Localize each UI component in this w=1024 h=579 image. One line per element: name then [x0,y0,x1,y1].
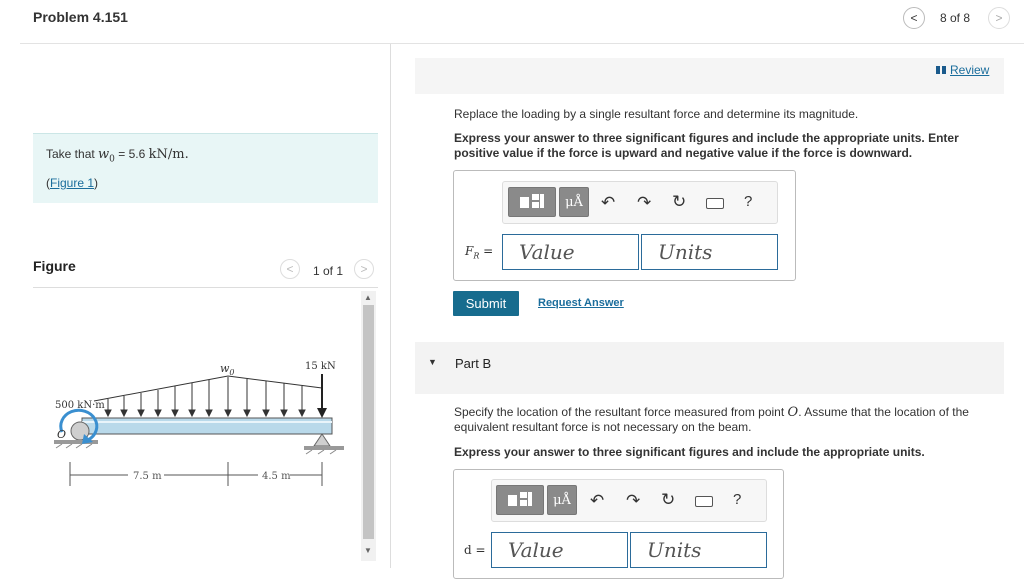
beam-loading-figure: w0 15 kN 500 kN·m O 7.5 m 4.5 m [54,361,344,486]
templates-icon [520,194,544,208]
figure-prev-button[interactable]: < [280,259,300,279]
chevron-right-icon: > [995,11,1003,25]
part-b-title: Part B [455,356,492,371]
figure-link-container: (Figure 1) [46,176,99,190]
templates-icon [508,492,532,506]
fr-units-input[interactable]: Units [641,234,778,270]
undo-icon[interactable]: ↶ [601,193,615,213]
review-link[interactable]: Review [936,63,989,77]
dimension-1-label: 7.5 m [133,471,162,482]
given-value: = 5.6 [114,147,149,161]
review-icon [936,66,946,74]
next-problem-button[interactable]: > [988,7,1010,29]
redo-icon[interactable]: ↷ [637,193,651,213]
review-bar [415,58,1004,94]
part-a-instructions: Express your answer to three significant… [454,131,959,160]
figure-pager: 1 of 1 [313,264,344,278]
reset-icon[interactable]: ↻ [672,192,686,212]
figure-divider [33,287,378,288]
load-distribution-outline [93,375,323,402]
distributed-load-arrows [104,377,306,418]
w0-label: w0 [220,362,235,377]
figure-link[interactable]: Figure 1 [50,176,94,190]
point-o-label: O [57,428,66,441]
keyboard-button[interactable] [706,198,724,209]
point-load-arrow [317,374,327,418]
review-label: Review [950,63,990,77]
part-b-prompt: Specify the location of the resultant fo… [454,405,994,435]
problem-pager: 8 of 8 [940,11,971,25]
chevron-left-icon: < [910,11,918,25]
part-a-prompt: Replace the loading by a single resultan… [454,107,859,121]
templates-button[interactable] [496,485,544,515]
request-answer-link[interactable]: Request Answer [538,297,624,309]
d-value-input[interactable]: Value [491,532,628,568]
units-symbol-button[interactable]: μÅ [559,187,589,217]
figure-next-button[interactable]: > [354,259,374,279]
problem-title: Problem 4.151 [33,9,128,25]
point-load-label: 15 kN [305,361,336,372]
part-b-header[interactable] [415,342,1004,394]
column-divider [390,44,391,568]
given-prefix: Take that [46,147,99,161]
beam [81,417,333,435]
keyboard-icon [695,496,713,507]
d-label: d = [464,543,486,557]
part-b-prompt-before: Specify the location of the resultant fo… [454,405,788,419]
given-unit: kN/m. [148,147,189,162]
part-b-instructions: Express your answer to three significant… [454,445,925,459]
fr-value-input[interactable]: Value [502,234,639,270]
chevron-right-icon: > [360,262,368,276]
scroll-up-icon[interactable]: ▲ [364,293,372,302]
given-variable: w [98,147,110,162]
fr-label: FR = [465,244,493,260]
keyboard-icon [706,198,724,209]
given-info-box [33,133,378,203]
header-divider [20,43,1024,44]
figure-scrollbar-thumb[interactable] [363,305,374,539]
part-b-prompt-point: O [787,405,799,420]
help-icon[interactable]: ? [733,491,741,508]
scroll-down-icon[interactable]: ▼ [364,546,372,555]
figure-heading: Figure [33,258,76,274]
fr-label-eq: = [479,244,494,258]
d-units-input[interactable]: Units [630,532,767,568]
keyboard-button[interactable] [695,496,713,507]
moment-label: 500 kN·m [55,400,105,411]
help-icon[interactable]: ? [744,193,752,210]
redo-icon[interactable]: ↷ [626,491,640,511]
units-symbol-button[interactable]: μÅ [547,485,577,515]
dimension-2-label: 4.5 m [262,471,291,482]
chevron-left-icon: < [286,262,294,276]
submit-button[interactable]: Submit [453,291,519,316]
given-statement: Take that w0 = 5.6 kN/m. [46,147,189,164]
previous-problem-button[interactable]: < [903,7,925,29]
templates-button[interactable] [508,187,556,217]
collapse-arrow-icon[interactable]: ▼ [428,357,437,367]
reset-icon[interactable]: ↻ [661,490,675,510]
right-support [304,433,344,455]
undo-icon[interactable]: ↶ [590,491,604,511]
